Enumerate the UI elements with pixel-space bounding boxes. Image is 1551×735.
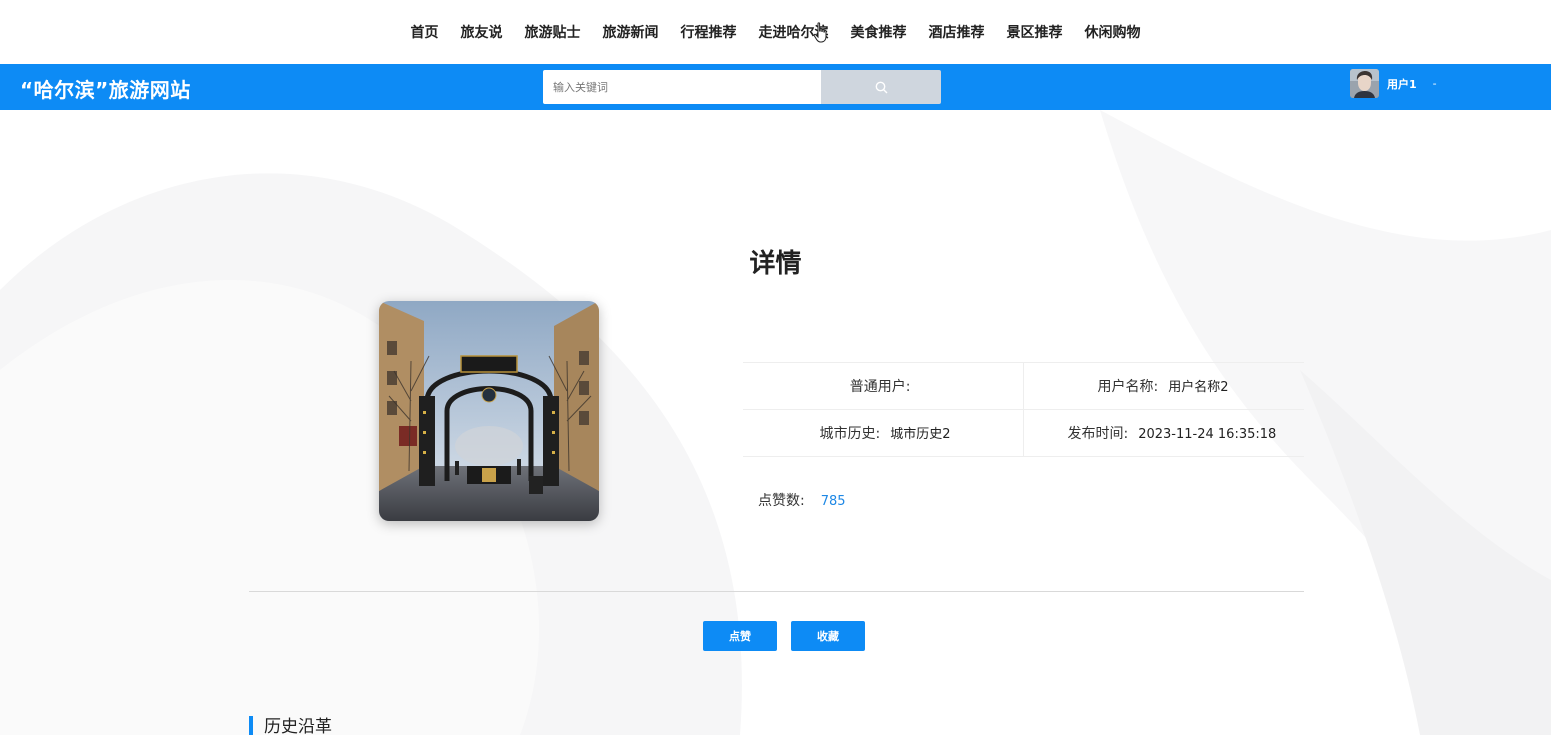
- likes-row: 点赞数: 785: [758, 490, 846, 510]
- user-type-cell: 普通用户:: [743, 362, 1024, 410]
- nav-item-shopping[interactable]: 休闲购物: [1074, 22, 1152, 42]
- nav-item-itinerary[interactable]: 行程推荐: [670, 22, 748, 42]
- username-label: 用户名称:: [1097, 379, 1159, 395]
- user-menu[interactable]: 用户1 -: [1350, 69, 1437, 98]
- table-row: 普通用户: 用户名称: 用户名称2: [743, 362, 1304, 410]
- nav-item-scenic-spots[interactable]: 景区推荐: [996, 22, 1074, 42]
- detail-info-table: 普通用户: 用户名称: 用户名称2 城市历史: 城市历史2 发布时间: 2023-11…: [743, 362, 1304, 457]
- top-navigation: 首页 旅友说 旅游贴士 旅游新闻 行程推荐 走进哈尔滨 美食推荐 酒店推荐 景区…: [0, 0, 1551, 64]
- publish-time-label: 发布时间:: [1067, 426, 1129, 442]
- chevron-down-icon: -: [1432, 77, 1437, 90]
- header-bar: “哈尔滨”旅游网站 用户1 -: [0, 64, 1551, 110]
- likes-label: 点赞数:: [758, 493, 805, 509]
- divider: [249, 591, 1304, 592]
- username-value: 用户名称2: [1168, 380, 1229, 395]
- publish-time-value: 2023-11-24 16:35:18: [1138, 427, 1277, 442]
- city-history-value: 城市历史2: [890, 427, 951, 442]
- likes-count: 785: [820, 494, 846, 509]
- search-box: [543, 70, 941, 104]
- like-button[interactable]: 点赞: [703, 621, 777, 651]
- section-title-history: 历史沿革: [249, 716, 332, 735]
- publish-time-cell: 发布时间: 2023-11-24 16:35:18: [1023, 409, 1304, 457]
- nav-item-travel-news[interactable]: 旅游新闻: [592, 22, 670, 42]
- city-history-cell: 城市历史: 城市历史2: [743, 409, 1024, 457]
- search-icon: [875, 81, 887, 93]
- user-name: 用户1: [1387, 77, 1417, 91]
- username-cell: 用户名称: 用户名称2: [1023, 362, 1304, 410]
- search-button[interactable]: [821, 70, 941, 104]
- search-input[interactable]: [543, 70, 821, 104]
- table-row: 城市历史: 城市历史2 发布时间: 2023-11-24 16:35:18: [743, 409, 1304, 457]
- page-title: 详情: [749, 249, 802, 279]
- nav-item-travel-talk[interactable]: 旅友说: [450, 22, 514, 42]
- user-type-label: 普通用户:: [849, 379, 911, 395]
- detail-image: [379, 301, 599, 521]
- site-title[interactable]: “哈尔滨”旅游网站: [20, 74, 191, 103]
- nav-item-food[interactable]: 美食推荐: [840, 22, 918, 42]
- avatar: [1350, 69, 1379, 98]
- hand-cursor-icon: [813, 22, 827, 43]
- city-history-label: 城市历史:: [819, 426, 881, 442]
- nav-item-travel-tips[interactable]: 旅游贴士: [514, 22, 592, 42]
- nav-item-hotels[interactable]: 酒店推荐: [918, 22, 996, 42]
- favorite-button[interactable]: 收藏: [791, 621, 865, 651]
- nav-item-home[interactable]: 首页: [400, 22, 450, 42]
